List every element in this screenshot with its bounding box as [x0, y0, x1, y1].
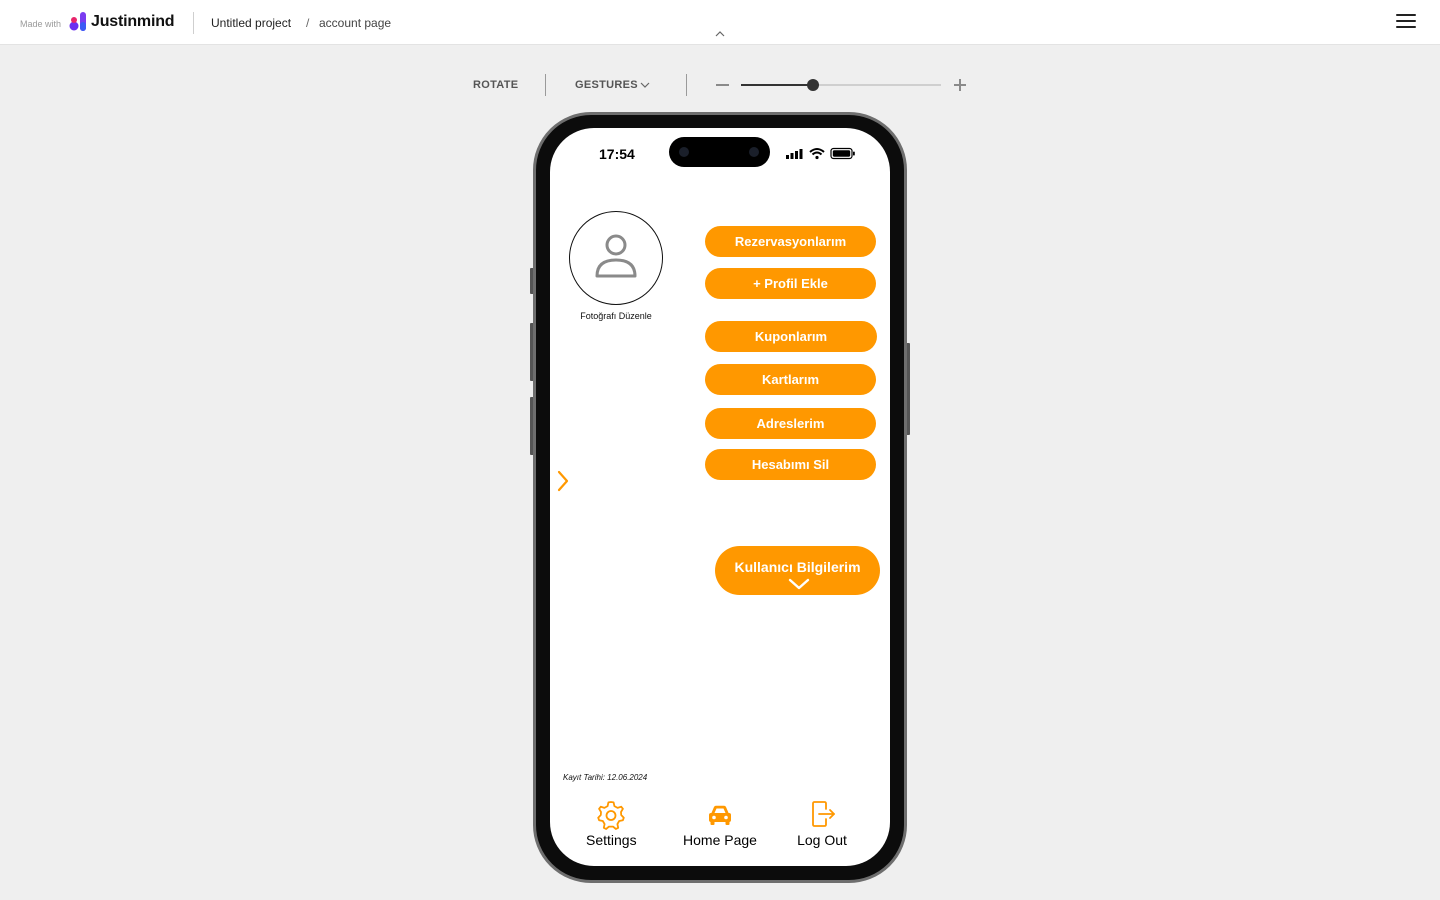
chevron-down-icon[interactable]	[639, 80, 651, 90]
toolbar-divider	[686, 74, 687, 96]
brand-name: Justinmind	[91, 13, 175, 30]
justinmind-logo-icon	[69, 12, 86, 31]
profile-avatar[interactable]	[569, 211, 663, 305]
chevron-right-icon[interactable]	[556, 470, 570, 492]
top-bar: Made with Justinmind Untitled project / …	[0, 0, 1440, 45]
reservations-button[interactable]: Rezervasyonlarım	[705, 226, 876, 257]
zoom-slider-fill	[741, 84, 813, 86]
car-icon	[709, 805, 731, 825]
nav-logout-label: Log Out	[797, 832, 847, 848]
wifi-icon	[809, 148, 825, 160]
gestures-dropdown[interactable]: GESTURES	[575, 79, 638, 91]
toolbar-divider	[545, 74, 546, 96]
edit-photo-link[interactable]: Fotoğrafı Düzenle	[550, 311, 682, 321]
delete-account-button[interactable]: Hesabımı Sil	[705, 449, 876, 480]
status-time: 17:54	[599, 146, 635, 162]
user-info-button[interactable]: Kullanıcı Bilgilerim	[715, 546, 880, 595]
nav-home-page[interactable]: Home Page	[678, 800, 762, 848]
breadcrumb-project[interactable]: Untitled project	[211, 16, 291, 30]
nav-home-label: Home Page	[683, 832, 757, 848]
coupons-button[interactable]: Kuponlarım	[705, 321, 877, 352]
sensor-icon	[749, 147, 759, 157]
user-icon	[595, 234, 637, 278]
gear-icon	[597, 801, 625, 830]
breadcrumb-page[interactable]: account page	[319, 16, 391, 30]
made-with-label: Made with	[20, 19, 62, 29]
chevron-down-icon	[788, 578, 810, 590]
hamburger-menu-icon[interactable]	[1396, 14, 1416, 30]
dynamic-island	[669, 137, 770, 167]
user-info-label: Kullanıcı Bilgilerim	[734, 559, 861, 575]
nav-settings-label: Settings	[586, 832, 637, 848]
header-divider	[193, 12, 194, 34]
registration-date: Kayıt Tarihi: 12.06.2024	[563, 773, 648, 782]
zoom-out-button[interactable]	[716, 84, 729, 86]
logout-icon	[812, 801, 835, 827]
status-icons	[786, 147, 855, 160]
nav-log-out[interactable]: Log Out	[793, 800, 851, 848]
zoom-in-button[interactable]	[954, 79, 966, 91]
rotate-button[interactable]: ROTATE	[473, 79, 518, 91]
zoom-slider-handle[interactable]	[807, 79, 819, 91]
signal-icon	[786, 149, 803, 159]
cards-button[interactable]: Kartlarım	[705, 364, 876, 395]
addresses-button[interactable]: Adreslerim	[705, 408, 876, 439]
chevron-up-icon[interactable]	[712, 28, 728, 40]
nav-settings[interactable]: Settings	[586, 800, 637, 848]
add-profile-button[interactable]: + Profil Ekle	[705, 268, 876, 299]
battery-icon	[830, 147, 855, 160]
camera-icon	[679, 147, 689, 157]
phone-screen: 17:54 Fotoğrafı Düzenle Rezervasyonlarım	[550, 128, 890, 866]
breadcrumb-separator: /	[306, 16, 310, 30]
